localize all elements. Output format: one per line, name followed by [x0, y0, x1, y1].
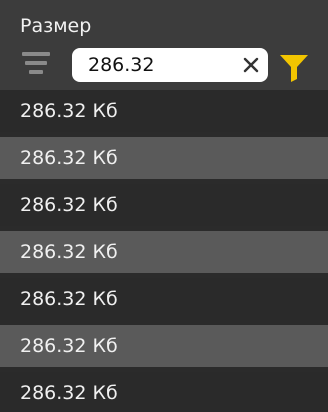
filter-input-box[interactable]: [72, 48, 268, 82]
close-icon: [243, 57, 259, 73]
list-item[interactable]: 286.32 Кб: [0, 325, 328, 367]
list-item[interactable]: 286.32 Кб: [0, 372, 328, 412]
column-title: Размер: [20, 15, 92, 37]
list-item[interactable]: 286.32 Кб: [0, 278, 328, 320]
filter-input[interactable]: [88, 48, 228, 82]
filter-button[interactable]: [278, 51, 310, 83]
filter-funnel-icon: [280, 55, 308, 82]
list-item[interactable]: 286.32 Кб: [0, 137, 328, 179]
sort-lines-icon[interactable]: [22, 52, 50, 74]
column-header: Размер: [0, 0, 328, 90]
size-column-panel: Размер 286.32 Кб 286.32 Кб 286.32 Кб 286…: [0, 0, 328, 412]
size-list: 286.32 Кб 286.32 Кб 286.32 Кб 286.32 Кб …: [0, 90, 328, 412]
list-item[interactable]: 286.32 Кб: [0, 184, 328, 226]
list-item[interactable]: 286.32 Кб: [0, 90, 328, 132]
list-item[interactable]: 286.32 Кб: [0, 231, 328, 273]
clear-filter-button[interactable]: [242, 56, 260, 74]
